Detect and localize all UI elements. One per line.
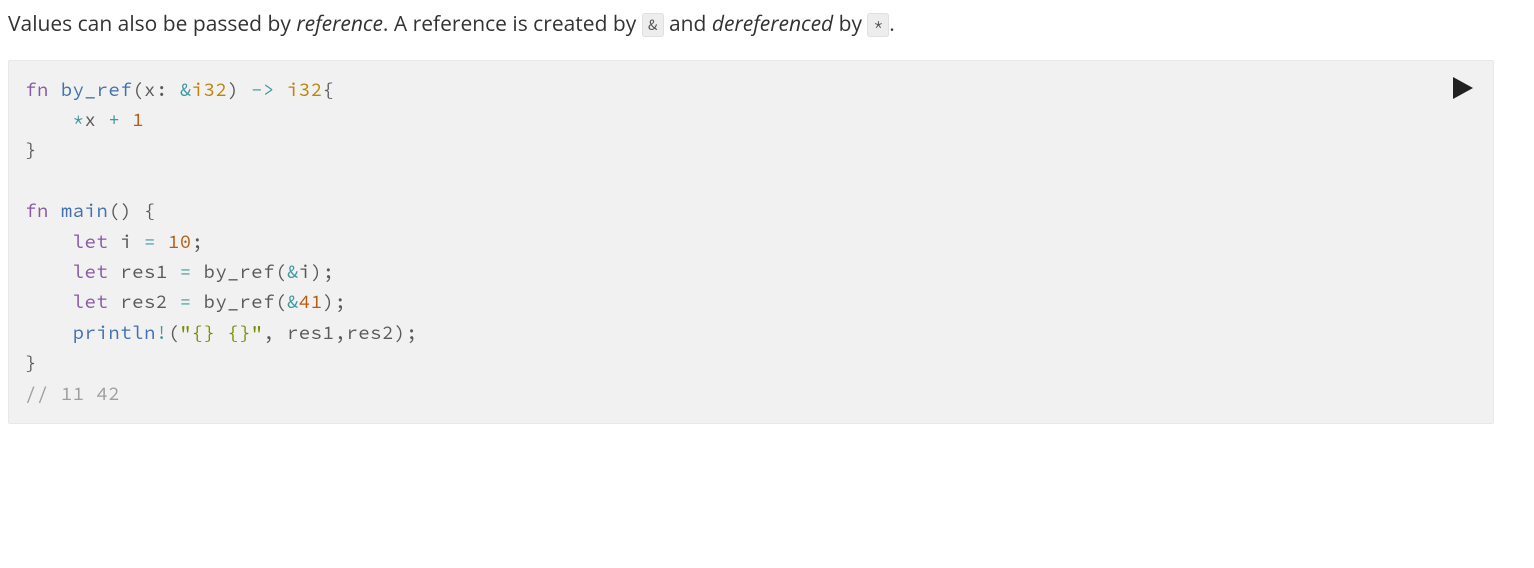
emphasis-reference: reference [296, 10, 383, 38]
prose-text: . [889, 10, 895, 38]
code-block: fn by_ref(x: &i32) -> i32{ *x + 1 } fn m… [8, 60, 1494, 424]
prose-text: and [664, 10, 712, 38]
code-content: fn by_ref(x: &i32) -> i32{ *x + 1 } fn m… [25, 75, 1477, 409]
run-icon[interactable] [1453, 77, 1473, 99]
emphasis-dereferenced: dereferenced [712, 10, 833, 38]
prose-text: Values can also be passed by [8, 10, 296, 38]
paragraph-1: Values can also be passed by reference. … [8, 8, 1494, 42]
prose-text: by [833, 10, 867, 38]
inline-code-star: * [867, 13, 889, 37]
inline-code-ampersand: & [642, 13, 664, 37]
prose-text: . A reference is created by [383, 10, 642, 38]
